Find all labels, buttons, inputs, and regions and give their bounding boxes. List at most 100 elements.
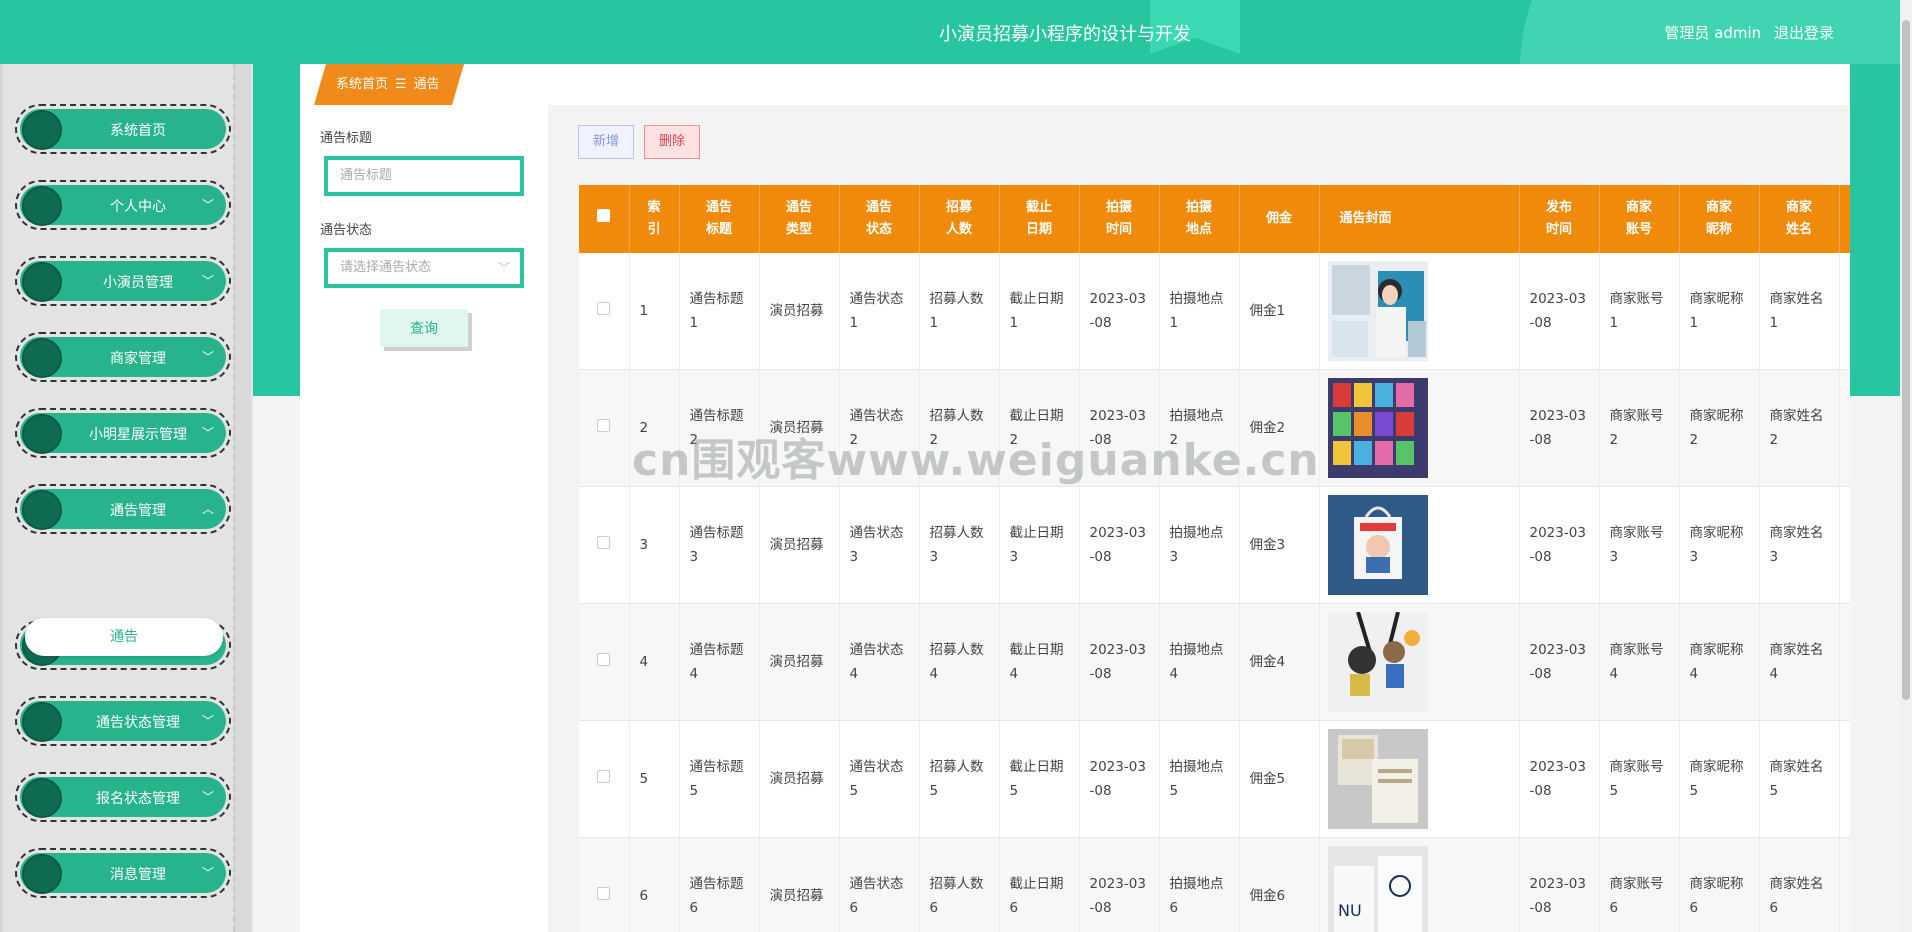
table-row[interactable]: 3 通告标题3 演员招募 通告状态3 招募人数3 截止日期3 2023-03-08 拍摄地点3… xyxy=(579,486,1850,604)
sidebar-item-label: 个人中心 xyxy=(110,199,166,215)
sidebar-item[interactable]: 系统首页 xyxy=(15,104,231,154)
cell-name: 商家姓名1 xyxy=(1759,253,1840,370)
cell-overflow xyxy=(1839,720,1850,838)
column-header: 索 引 xyxy=(629,185,680,253)
select-all-header[interactable] xyxy=(579,185,630,253)
row-checkbox[interactable] xyxy=(597,887,611,900)
row-checkbox[interactable] xyxy=(597,770,611,783)
cell-overflow xyxy=(1839,603,1850,721)
cell-count: 招募人数5 xyxy=(919,720,1000,838)
row-select-cell[interactable] xyxy=(579,253,630,370)
logout-link[interactable]: 退出登录 xyxy=(1774,24,1834,42)
row-checkbox[interactable] xyxy=(597,536,611,549)
sidebar-item[interactable]: 小明星展示管理 ﹀ xyxy=(15,408,231,458)
cell-status: 通告状态6 xyxy=(839,837,920,932)
cell-nick: 商家昵称4 xyxy=(1679,603,1760,721)
row-select-cell[interactable] xyxy=(579,369,630,487)
status-select[interactable]: 请选择通告状态 ﹀ xyxy=(324,248,524,288)
breadcrumb-home[interactable]: 系统首页 xyxy=(336,77,388,92)
cell-deadline: 截止日期3 xyxy=(999,486,1080,604)
breadcrumb-bar: 系统首页 ☰ 通告 xyxy=(300,64,1850,105)
cover-image-cell: NU xyxy=(1319,837,1520,932)
title-search-input[interactable]: 通告标题 xyxy=(324,156,524,196)
sidebar-item-label: 商家管理 xyxy=(110,351,166,367)
cell-index: 5 xyxy=(629,720,680,838)
cell-shoot_time: 2023-03-08 xyxy=(1079,486,1160,604)
sidebar-item-pill: 系统首页 xyxy=(20,109,226,150)
sidebar-item-bullet-icon xyxy=(22,338,62,378)
row-checkbox[interactable] xyxy=(597,653,611,666)
row-checkbox[interactable] xyxy=(597,302,611,315)
chevron-icon: ﹀ xyxy=(201,350,214,364)
delete-button[interactable]: 删除 xyxy=(644,125,701,159)
column-header: 通告封面 xyxy=(1319,185,1520,253)
sidebar-item[interactable]: 通告管理 ︿ xyxy=(15,484,231,534)
sidebar-item-label: 小演员管理 xyxy=(103,275,173,291)
cover-image[interactable] xyxy=(1327,495,1511,595)
row-select-cell[interactable] xyxy=(579,837,630,932)
cell-place: 拍摄地点5 xyxy=(1159,720,1240,838)
sidebar-item[interactable]: 报名状态管理 ﹀ xyxy=(15,772,231,822)
sidebar-item[interactable]: 小演员管理 ﹀ xyxy=(15,256,231,306)
column-header: 拍摄 时间 xyxy=(1079,185,1160,253)
sidebar-item-bullet-icon xyxy=(22,110,62,150)
add-button[interactable]: 新增 xyxy=(578,125,635,159)
cover-image[interactable] xyxy=(1327,378,1511,478)
cover-image[interactable] xyxy=(1327,612,1511,712)
row-select-cell[interactable] xyxy=(579,603,630,721)
chevron-icon: ︿ xyxy=(201,502,214,516)
cell-nick: 商家昵称1 xyxy=(1679,253,1760,370)
select-all-checkbox[interactable] xyxy=(597,209,611,222)
table-row[interactable]: 1 通告标题1 演员招募 通告状态1 招募人数1 截止日期1 2023-03-08 拍摄地点1… xyxy=(579,253,1850,370)
table-header-row: 索 引通告 标题 通告 类型 通告 状态 招募 人数 截止 日期 拍摄 时间 拍摄 地点 佣金… xyxy=(579,185,1850,253)
user-area: 管理员 admin 退出登录 xyxy=(1656,22,1834,43)
cell-name: 商家姓名6 xyxy=(1759,837,1840,932)
user-label: 管理员 admin xyxy=(1664,24,1762,42)
cell-index: 6 xyxy=(629,837,680,932)
page-scrollbar[interactable] xyxy=(1900,0,1912,932)
query-button[interactable]: 查询 xyxy=(380,309,468,347)
cover-image-cell xyxy=(1319,603,1520,721)
cell-acct: 商家账号1 xyxy=(1599,253,1680,370)
cell-deadline: 截止日期1 xyxy=(999,253,1080,370)
breadcrumb-separator-icon: ☰ xyxy=(395,77,407,92)
sidebar-item[interactable]: 商家管理 ﹀ xyxy=(15,332,231,382)
cover-image[interactable]: NU xyxy=(1327,846,1511,932)
sidebar-item[interactable]: 通告状态管理 ﹀ xyxy=(15,696,231,746)
table-row[interactable]: 4 通告标题4 演员招募 通告状态4 招募人数4 截止日期4 2023-03-08 拍摄地点4… xyxy=(579,603,1850,721)
cell-shoot_time: 2023-03-08 xyxy=(1079,603,1160,721)
column-header: 拍摄 地点 xyxy=(1159,185,1240,253)
sidebar-item[interactable]: 消息管理 ﹀ xyxy=(15,848,231,898)
chevron-icon: ﹀ xyxy=(201,866,214,880)
sidebar-item-bullet-icon xyxy=(22,702,62,742)
row-select-cell[interactable] xyxy=(579,486,630,604)
sidebar-item-bullet-icon xyxy=(22,854,62,894)
cover-image[interactable] xyxy=(1327,261,1511,361)
column-header: 佣金 xyxy=(1239,185,1320,253)
chevron-icon: ﹀ xyxy=(201,426,214,440)
cell-overflow xyxy=(1839,837,1850,932)
sidebar-scroll-rail[interactable] xyxy=(233,64,251,932)
column-header: 通告 标题 xyxy=(679,185,760,253)
table-row[interactable]: 5 通告标题5 演员招募 通告状态5 招募人数5 截止日期5 2023-03-08 拍摄地点5… xyxy=(579,720,1850,838)
column-header: 商家 姓名 xyxy=(1759,185,1840,253)
cell-type: 演员招募 xyxy=(759,720,840,838)
sidebar: 系统首页个人中心﹀小演员管理﹀商家管理﹀小明星展示管理﹀通告管理︿我要报名管理﹀… xyxy=(0,64,253,932)
sidebar-item-bullet-icon xyxy=(22,490,62,530)
sidebar-item-pill: 小明星展示管理 ﹀ xyxy=(20,413,226,454)
cell-type: 演员招募 xyxy=(759,486,840,604)
sidebar-item-label: 消息管理 xyxy=(110,867,166,883)
sidebar-item[interactable]: 个人中心 ﹀ xyxy=(15,180,231,230)
row-select-cell[interactable] xyxy=(579,720,630,838)
cell-nick: 商家昵称2 xyxy=(1679,369,1760,487)
sidebar-item-pill: 通告管理 ︿ xyxy=(20,489,226,530)
cover-image[interactable] xyxy=(1327,729,1511,829)
row-checkbox[interactable] xyxy=(597,419,611,432)
table-row[interactable]: 6 通告标题6 演员招募 通告状态6 招募人数6 截止日期6 2023-03-08 拍摄地点6… xyxy=(579,837,1850,932)
column-header: 截止 日期 xyxy=(999,185,1080,253)
cover-image-cell xyxy=(1319,253,1520,370)
submenu-item-notice[interactable]: 通告 xyxy=(25,618,223,656)
cell-overflow xyxy=(1839,253,1850,370)
sidebar-item-pill: 商家管理 ﹀ xyxy=(20,337,226,378)
page-scrollbar-thumb[interactable] xyxy=(1902,20,1910,700)
